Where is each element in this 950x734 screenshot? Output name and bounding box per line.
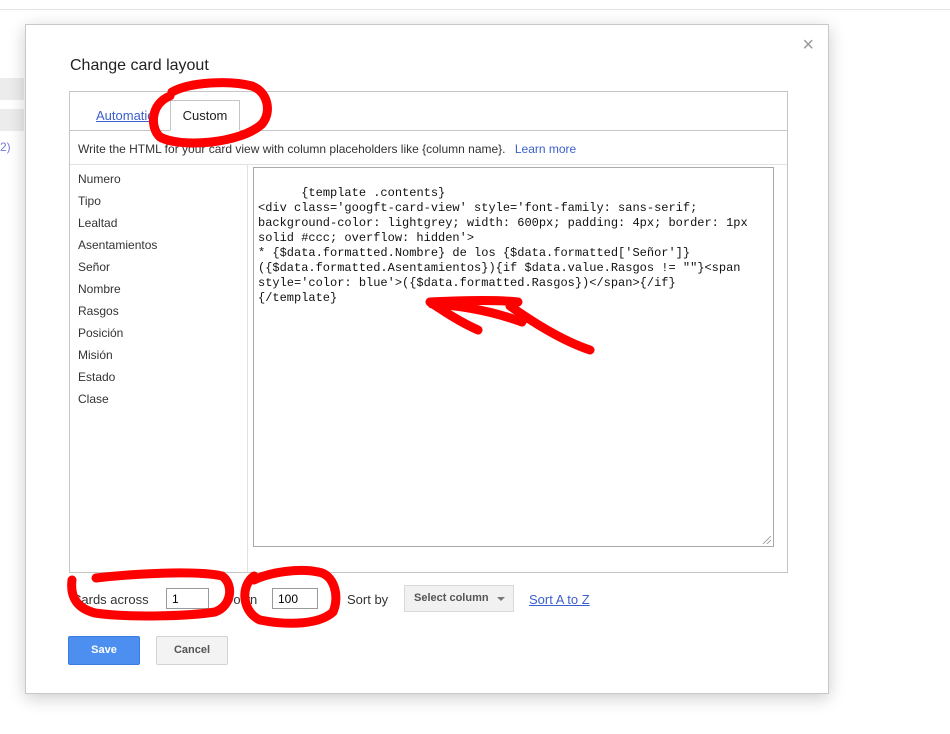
column-item[interactable]: Estado [78, 370, 115, 384]
tab-custom[interactable]: Custom [170, 100, 240, 131]
column-item[interactable]: Misión [78, 348, 113, 362]
tab-bar: Automatic Custom [70, 92, 787, 131]
down-input[interactable] [272, 588, 318, 609]
dialog-title: Change card layout [70, 57, 209, 74]
background-tab [0, 78, 24, 100]
column-item[interactable]: Nombre [78, 282, 121, 296]
column-item[interactable]: Posición [78, 326, 123, 340]
close-icon[interactable]: × [802, 35, 814, 55]
change-card-layout-dialog: × Change card layout Automatic Custom Wr… [25, 24, 829, 694]
tab-automatic[interactable]: Automatic [96, 108, 154, 123]
template-code-editor[interactable]: {template .contents} <div class='googft-… [253, 167, 774, 547]
cards-across-input[interactable] [166, 588, 209, 609]
background-count: 2) [0, 140, 11, 154]
cards-across-label: Cards across [72, 592, 149, 607]
sort-column-select[interactable]: Select column [404, 585, 514, 612]
column-item[interactable]: Clase [78, 392, 109, 406]
hint-text: Write the HTML for your card view with c… [78, 142, 506, 156]
column-item[interactable]: Tipo [78, 194, 101, 208]
column-item[interactable]: Rasgos [78, 304, 119, 318]
down-label: Down [224, 592, 258, 607]
sort-order-link[interactable]: Sort A to Z [529, 592, 590, 607]
column-item[interactable]: Lealtad [78, 216, 117, 230]
column-item[interactable]: Numero [78, 172, 121, 186]
save-button[interactable]: Save [68, 636, 140, 665]
chevron-down-icon [497, 597, 505, 601]
sort-column-select-label: Select column [414, 592, 489, 604]
background-divider [0, 9, 950, 10]
column-placeholder-list: Numero Tipo Lealtad Asentamientos Señor … [70, 165, 248, 572]
learn-more-link[interactable]: Learn more [515, 142, 576, 156]
column-item[interactable]: Señor [78, 260, 110, 274]
resize-handle-icon[interactable] [763, 536, 771, 544]
background-tab [0, 109, 24, 131]
layout-panel: Automatic Custom Write the HTML for your… [69, 91, 788, 573]
column-item[interactable]: Asentamientos [78, 238, 157, 252]
custom-hint: Write the HTML for your card view with c… [78, 142, 576, 156]
cancel-button[interactable]: Cancel [156, 636, 228, 665]
sort-by-label: Sort by [347, 592, 389, 607]
template-code: {template .contents} <div class='googft-… [258, 186, 748, 305]
